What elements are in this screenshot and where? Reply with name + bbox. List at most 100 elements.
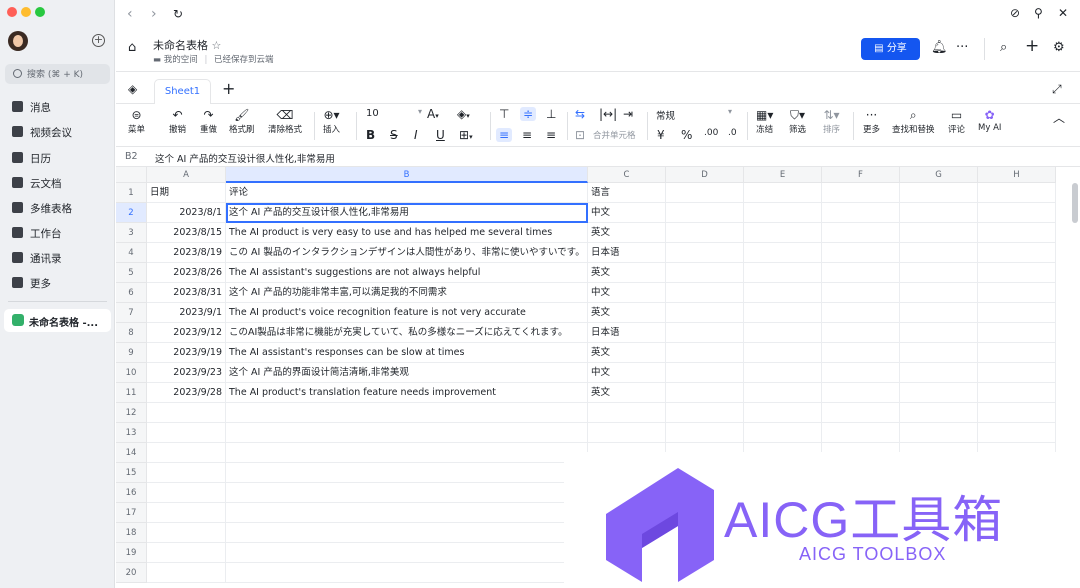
cell[interactable]	[744, 423, 822, 443]
cell[interactable]	[588, 423, 666, 443]
cell[interactable]	[666, 423, 744, 443]
row-number[interactable]: 8	[116, 323, 147, 343]
cell[interactable]	[744, 283, 822, 303]
row-number[interactable]: 10	[116, 363, 147, 383]
tab-sheet1[interactable]: Sheet1	[154, 79, 211, 104]
percent-icon[interactable]: %	[681, 128, 692, 142]
date-cell[interactable]: 2023/9/19	[147, 343, 226, 363]
comment-cell[interactable]: この AI 製品のインタラクションデザインは人間性があり、非常に使いやすいです。	[226, 243, 588, 263]
settings-gear-icon[interactable]: ⚙	[1053, 40, 1065, 55]
row-number[interactable]: 15	[116, 463, 147, 483]
language-cell[interactable]: 英文	[588, 303, 666, 323]
cell[interactable]	[978, 283, 1056, 303]
add-icon[interactable]: +	[1025, 36, 1039, 56]
more-tools-button[interactable]: ··· 更多	[863, 107, 880, 135]
cell[interactable]	[744, 343, 822, 363]
share-button[interactable]: ▤ 分享	[861, 38, 920, 60]
cell[interactable]	[822, 263, 900, 283]
cell[interactable]	[978, 223, 1056, 243]
column-header[interactable]: F	[822, 167, 900, 183]
document-title[interactable]: 未命名表格 ☆	[153, 37, 221, 53]
location-link[interactable]: 我的空间	[164, 55, 198, 65]
search-doc-icon[interactable]: ⌕	[1000, 40, 1007, 55]
cell[interactable]	[978, 303, 1056, 323]
fill-color-icon[interactable]: ◈▾	[457, 107, 470, 121]
chevron-down-icon[interactable]: ▾	[728, 107, 732, 116]
cell[interactable]	[900, 223, 978, 243]
cell[interactable]	[226, 543, 588, 563]
cell[interactable]	[822, 383, 900, 403]
language-cell[interactable]: 英文	[588, 223, 666, 243]
sidebar-open-doc[interactable]: 未命名表格 -...	[4, 309, 111, 332]
cell[interactable]	[226, 423, 588, 443]
cell[interactable]	[978, 363, 1056, 383]
row-number[interactable]: 7	[116, 303, 147, 323]
language-cell[interactable]: 日本语	[588, 243, 666, 263]
comment-cell[interactable]: The AI product's translation feature nee…	[226, 383, 588, 403]
cell[interactable]	[900, 263, 978, 283]
row-number[interactable]: 17	[116, 503, 147, 523]
row-number[interactable]: 18	[116, 523, 147, 543]
cell[interactable]	[900, 183, 978, 203]
merge-cells-button[interactable]: 合并单元格	[593, 129, 636, 141]
sidebar-item-base[interactable]: 多维表格	[0, 197, 115, 219]
column-header[interactable]: B	[226, 167, 588, 183]
cell[interactable]	[666, 343, 744, 363]
row-number[interactable]: 9	[116, 343, 147, 363]
cell[interactable]	[226, 463, 588, 483]
cell[interactable]	[900, 243, 978, 263]
cell[interactable]	[666, 243, 744, 263]
expand-icon[interactable]: ⤢	[1052, 82, 1062, 97]
column-header[interactable]: C	[588, 167, 666, 183]
cell[interactable]	[666, 183, 744, 203]
date-cell[interactable]: 2023/9/12	[147, 323, 226, 343]
cell[interactable]	[978, 183, 1056, 203]
link-icon[interactable]: ⚲	[1034, 6, 1043, 20]
sidebar-item-messages[interactable]: 消息	[0, 96, 115, 118]
cell[interactable]	[147, 543, 226, 563]
sidebar-item-cloud-docs[interactable]: 云文档	[0, 172, 115, 194]
row-number[interactable]: 1	[116, 183, 147, 203]
language-cell[interactable]: 英文	[588, 263, 666, 283]
back-arrow-icon[interactable]: ‹	[127, 6, 133, 22]
close-icon[interactable]: ✕	[1058, 6, 1068, 20]
font-color-icon[interactable]: A▾	[427, 107, 439, 121]
freeze-button[interactable]: ▦▾ 冻结	[756, 107, 773, 135]
row-number[interactable]: 13	[116, 423, 147, 443]
column-header[interactable]: G	[900, 167, 978, 183]
overflow-icon[interactable]: |↔|	[599, 107, 617, 121]
row-number[interactable]: 2	[116, 203, 147, 223]
date-cell[interactable]: 2023/8/15	[147, 223, 226, 243]
forward-arrow-icon[interactable]: ›	[151, 6, 157, 22]
cell[interactable]	[226, 403, 588, 423]
header-cell[interactable]: 日期	[147, 183, 226, 203]
cell[interactable]	[900, 283, 978, 303]
cell[interactable]	[147, 463, 226, 483]
date-cell[interactable]: 2023/8/26	[147, 263, 226, 283]
column-header[interactable]: A	[147, 167, 226, 183]
currency-icon[interactable]: ¥	[657, 128, 665, 142]
cell[interactable]	[147, 443, 226, 463]
select-all-corner[interactable]	[116, 167, 147, 183]
cell[interactable]	[822, 283, 900, 303]
cell[interactable]	[666, 383, 744, 403]
underline-icon[interactable]: U	[436, 128, 445, 142]
cell[interactable]	[822, 243, 900, 263]
formula-input[interactable]: 这个 AI 产品的交互设计很人性化,非常易用	[155, 151, 335, 165]
clip-icon[interactable]: ⇥	[623, 107, 633, 121]
cell-reference[interactable]: B2	[125, 151, 138, 162]
header-cell[interactable]: 语言	[588, 183, 666, 203]
comment-cell[interactable]: The AI product's voice recognition featu…	[226, 303, 588, 323]
layers-icon[interactable]: ◈	[128, 82, 137, 96]
cell[interactable]	[900, 363, 978, 383]
cell[interactable]	[978, 243, 1056, 263]
row-number[interactable]: 19	[116, 543, 147, 563]
merge-cells-icon[interactable]: ⊡	[575, 128, 585, 142]
sidebar-item-more[interactable]: 更多	[0, 272, 115, 294]
cell[interactable]	[744, 403, 822, 423]
bold-icon[interactable]: B	[366, 128, 375, 142]
undo-button[interactable]: ↶ 撤销	[169, 107, 186, 135]
cell[interactable]	[900, 423, 978, 443]
cell[interactable]	[900, 303, 978, 323]
collapse-toolbar-icon[interactable]: ︿	[1053, 109, 1065, 126]
